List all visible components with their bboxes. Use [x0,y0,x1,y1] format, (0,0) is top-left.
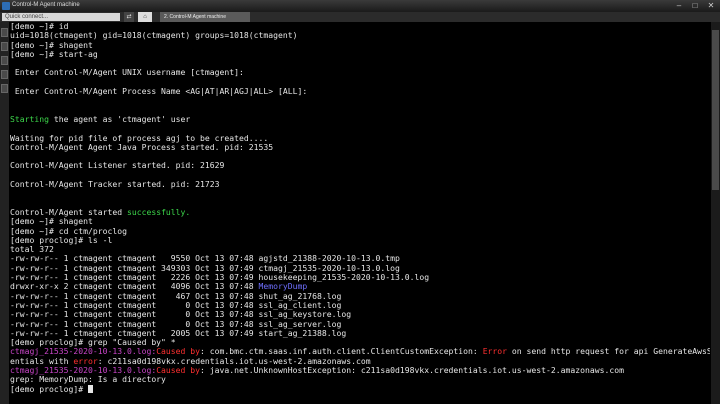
terminal-text: [demo proclog]# [10,383,88,394]
terminal-text: Enter Control-M/Agent Process Name <AG|A… [10,86,308,97]
terminal-text: Control-M/Agent Agent Java Process start… [10,141,274,152]
terminal-line: Enter Control-M/Agent Process Name <AG|A… [10,86,710,97]
window-title: Control-M Agent machine [12,2,80,8]
terminal-text: [demo ~]# start-ag [10,48,98,59]
terminal-text: Control-M/Agent Listener started. pid: 2… [10,160,225,171]
terminal-text: on send http request for api GenerateAws… [511,346,710,357]
home-tab-icon[interactable]: ⌂ [138,12,152,22]
terminal-line: Control-M/Agent Listener started. pid: 2… [10,161,710,170]
tab-bar: Quick connect... ⇄ ⌂ 2. Control-M Agent … [0,12,720,22]
close-icon[interactable]: ✕ [704,1,718,11]
terminal-text: Starting [10,113,49,124]
terminal-output[interactable]: [demo ~]# id uid=1018(ctmagent) gid=1018(… [10,22,710,404]
terminal-text: : java.net.UnknownHostException: c211sa0… [200,364,624,375]
terminal-line: [demo proclog]# [10,383,710,394]
app-icon [2,2,10,10]
sidebar-sessions-icon[interactable] [1,28,8,37]
terminal-text: Error [482,346,508,357]
terminal-line: grep: MemoryDump: Is a directory [10,375,710,384]
terminal-line: Enter Control-M/Agent UNIX username [ctm… [10,68,710,77]
terminal-line: [demo ~]# start-ag [10,48,710,59]
sidebar-servers-icon[interactable] [1,42,8,51]
maximize-icon[interactable]: □ [688,1,702,11]
sidebar-macros-icon[interactable] [1,70,8,79]
terminal-cursor [87,384,93,393]
sidebar [0,22,9,404]
minimize-icon[interactable]: – [672,1,686,11]
terminal-line: [demo ~]# cd ctm/proclog [10,226,710,236]
terminal-line: [demo ~]# shagent [10,40,710,50]
terminal-line: Control-M/Agent started successfully. [10,206,710,217]
terminal-line: Control-M/Agent Agent Java Process start… [10,141,710,152]
terminal-text: Control-M/Agent Tracker started. pid: 21… [10,179,220,190]
terminal-text: Enter Control-M/Agent UNIX username [ctm… [10,67,244,78]
terminal-text: the agent as 'ctmagent' user [48,113,191,124]
terminal-line: [demo proclog]# ls -l [10,235,710,245]
quick-connect-input[interactable]: Quick connect... [2,13,120,21]
terminal-scrollbar[interactable] [711,22,720,404]
tabbar-nav-icon[interactable]: ⇄ [124,12,134,22]
terminal-line: Control-M/Agent Tracker started. pid: 21… [10,179,710,190]
terminal-text: successfully. [126,206,191,217]
title-bar: Control-M Agent machine – □ ✕ [0,0,720,12]
terminal-line: Starting the agent as 'ctmagent' user [10,113,710,124]
sidebar-sftp-icon[interactable] [1,84,8,93]
sidebar-tools-icon[interactable] [1,56,8,65]
terminal-line: uid=1018(ctmagent) gid=1018(ctmagent) gr… [10,31,710,40]
tab-control-m-agent-machine[interactable]: 2. Control-M Agent machine [160,12,250,22]
scroll-thumb[interactable] [712,30,719,190]
